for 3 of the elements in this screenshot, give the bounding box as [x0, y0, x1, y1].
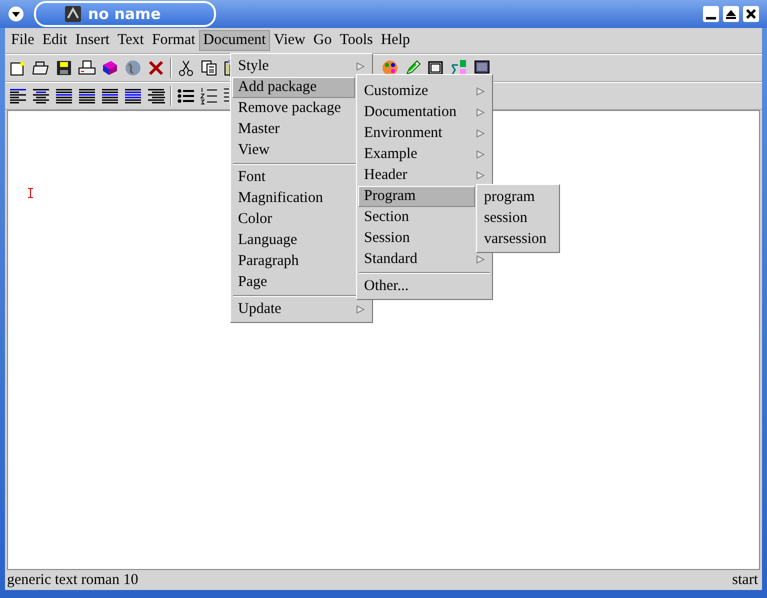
status-text: start	[732, 572, 758, 588]
status-text: generic text roman 10	[7, 572, 138, 588]
window-title: no name	[34, 1, 216, 27]
